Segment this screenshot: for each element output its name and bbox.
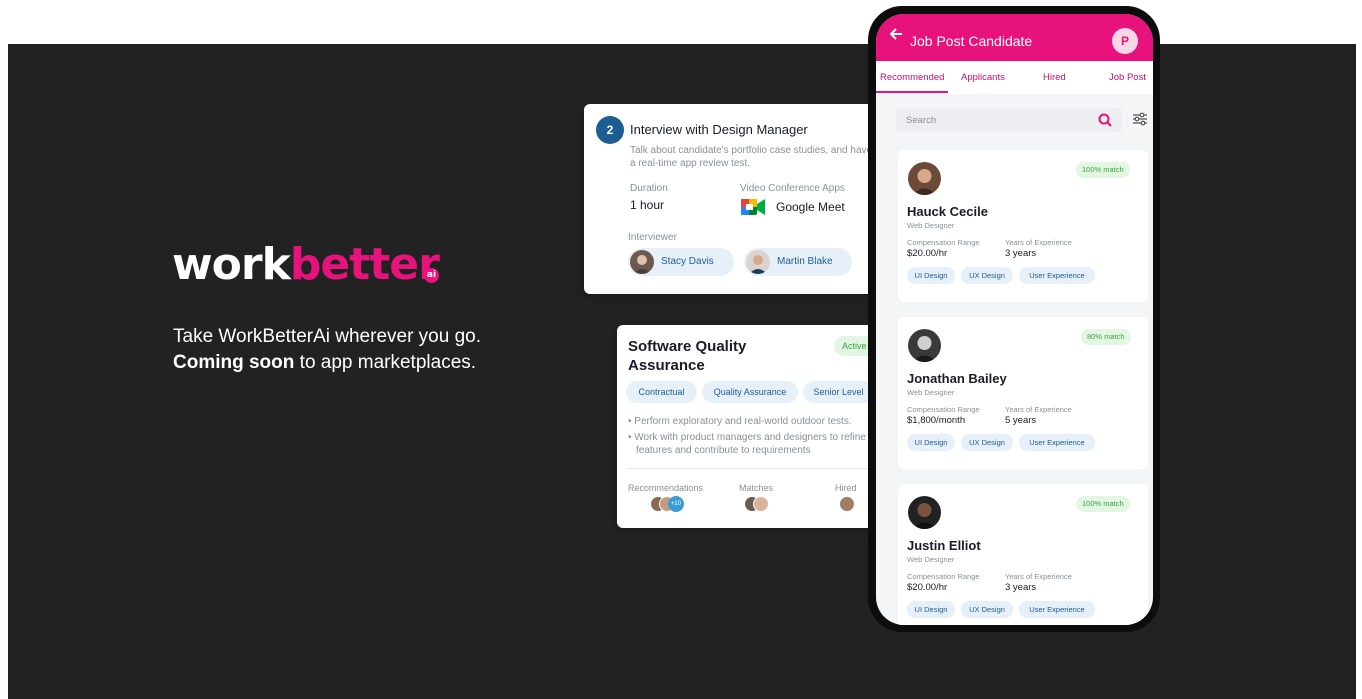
compensation-value: $20.00/hr	[907, 248, 948, 259]
hired-label: Hired	[835, 483, 857, 493]
tagline-bold: Coming soon	[173, 352, 295, 373]
avatar	[630, 250, 654, 274]
candidate-avatar	[908, 162, 941, 195]
experience-label: Years of Experience	[1005, 238, 1072, 247]
tagline-line2: Coming soon to app marketplaces.	[173, 350, 481, 376]
tab-recommended[interactable]: Recommended	[880, 72, 944, 83]
skill-tag: UI Design	[907, 601, 955, 618]
interviewer-name: Martin Blake	[777, 256, 833, 267]
job-tag: Senior Level	[803, 381, 874, 403]
tab-hired[interactable]: Hired	[1043, 72, 1066, 83]
compensation-label: Compensation Range	[907, 405, 980, 414]
compensation-label: Compensation Range	[907, 572, 980, 581]
experience-value: 3 years	[1005, 582, 1037, 593]
phone-header: Job Post Candidate P	[876, 14, 1153, 61]
page: workbetter ai Take WorkBetterAi wherever…	[0, 0, 1362, 699]
candidate-card[interactable]: 80% match Jonathan Bailey Web Designer C…	[898, 317, 1148, 469]
tagline-line1: Take WorkBetterAi wherever you go.	[173, 326, 482, 347]
skill-tag: User Experience	[1019, 434, 1095, 451]
apps-value: Google Meet	[776, 200, 845, 214]
experience-label: Years of Experience	[1005, 572, 1072, 581]
skill-tag: UI Design	[907, 434, 955, 451]
candidate-avatar	[908, 329, 941, 362]
skill-tag: UI Design	[907, 267, 955, 284]
interview-card[interactable]: 2 Interview with Design Manager Talk abo…	[584, 104, 896, 294]
workbetter-logo: workbetter ai	[172, 243, 440, 287]
candidate-role: Web Designer	[907, 555, 955, 564]
skill-tag: UX Design	[961, 601, 1013, 618]
interview-title: Interview with Design Manager	[630, 122, 808, 137]
job-title: Software Quality Assurance	[628, 338, 747, 374]
candidate-name: Jonathan Bailey	[907, 371, 1007, 386]
skill-tag: User Experience	[1019, 601, 1095, 618]
job-bullet: • Perform exploratory and real-world out…	[628, 416, 852, 427]
experience-value: 3 years	[1005, 248, 1037, 259]
candidate-name: Hauck Cecile	[907, 204, 988, 219]
compensation-value: $1,800/month	[907, 415, 966, 426]
interviewer-name: Stacy Davis	[661, 256, 714, 267]
job-tag: Contractual	[626, 381, 697, 403]
duration-value: 1 hour	[630, 198, 665, 212]
job-bullets: • Perform exploratory and real-world out…	[628, 415, 890, 460]
google-meet-icon	[741, 199, 765, 215]
job-tag: Quality Assurance	[702, 381, 798, 403]
interviewer-pill-stacy[interactable]: Stacy Davis	[628, 248, 734, 276]
job-card[interactable]: Software Quality Assurance Active ··· Co…	[617, 325, 896, 528]
match-badge: 80% match	[1081, 329, 1131, 345]
avatar	[839, 496, 855, 512]
interviewer-label: Interviewer	[628, 232, 677, 243]
recommendations-label: Recommendations	[628, 483, 704, 493]
logo-ai-badge: ai	[424, 268, 439, 283]
step-number-badge: 2	[596, 116, 624, 144]
candidate-name: Justin Elliot	[907, 538, 981, 553]
phone-screen: Job Post Candidate P Recommended Applica…	[876, 14, 1153, 625]
more-count-badge: +10	[668, 496, 684, 512]
match-badge: 100% match	[1076, 496, 1130, 512]
skill-tag: UX Design	[961, 434, 1013, 451]
candidate-avatar	[908, 496, 941, 529]
search-placeholder: Search	[906, 115, 937, 126]
apps-label: Video Conference Apps	[740, 183, 845, 194]
match-badge: 100% match	[1076, 162, 1130, 178]
matches-label: Matches	[739, 483, 774, 493]
experience-value: 5 years	[1005, 415, 1037, 426]
tab-job-post[interactable]: Job Post	[1109, 72, 1146, 83]
experience-label: Years of Experience	[1005, 405, 1072, 414]
search-icon[interactable]	[1098, 113, 1112, 127]
skill-tag: User Experience	[1019, 267, 1095, 284]
back-arrow-icon[interactable]	[889, 27, 904, 46]
active-tab-indicator	[876, 91, 948, 93]
candidate-card[interactable]: 100% match Hauck Cecile Web Designer Com…	[898, 150, 1148, 302]
user-avatar[interactable]: P	[1112, 28, 1138, 54]
filter-icon[interactable]	[1132, 112, 1148, 126]
compensation-value: $20.00/hr	[907, 582, 948, 593]
tagline: Take WorkBetterAi wherever you go. Comin…	[173, 324, 481, 376]
compensation-label: Compensation Range	[907, 238, 980, 247]
interview-description: Talk about candidate's portfolio case st…	[630, 145, 873, 169]
logo-work-text: work	[172, 239, 291, 290]
skill-tag: UX Design	[961, 267, 1013, 284]
candidate-card[interactable]: 100% match Justin Elliot Web Designer Co…	[898, 484, 1148, 625]
duration-label: Duration	[630, 183, 668, 194]
avatar	[746, 250, 770, 274]
phone-header-title: Job Post Candidate	[910, 33, 1033, 49]
search-input[interactable]: Search	[896, 108, 1122, 132]
candidate-role: Web Designer	[907, 388, 955, 397]
logo-better-text: better	[289, 239, 440, 290]
job-bullet: • Work with product managers and designe…	[628, 432, 866, 456]
interviewer-pill-martin[interactable]: Martin Blake	[744, 248, 852, 276]
avatar	[753, 496, 769, 512]
divider	[628, 468, 888, 469]
phone-tabs: Recommended Applicants Hired Job Post	[876, 61, 1153, 94]
candidate-role: Web Designer	[907, 221, 955, 230]
tagline-rest: to app marketplaces.	[294, 352, 477, 373]
tab-applicants[interactable]: Applicants	[961, 72, 1005, 83]
